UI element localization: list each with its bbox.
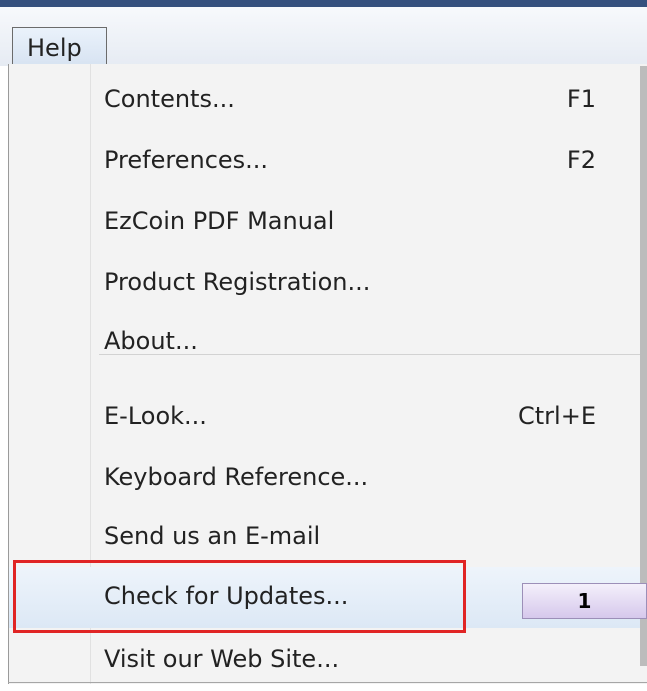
menu-item-send-email[interactable]: Send us an E-mail (9, 507, 647, 568)
menu-item-label: Send us an E-mail (104, 522, 321, 550)
menu-item-label: E-Look... (104, 402, 207, 430)
help-menu-button[interactable]: Help (12, 27, 107, 69)
menu-separator (99, 354, 647, 355)
menu-item-label: EzCoin PDF Manual (104, 207, 335, 235)
menu-item-contents[interactable]: Contents... F1 (9, 70, 647, 131)
annotation-highlight-box (13, 560, 466, 633)
menu-item-shortcut: F2 (566, 146, 596, 174)
menu-item-about[interactable]: About... (9, 312, 647, 373)
menu-item-product-registration[interactable]: Product Registration... (9, 253, 647, 314)
menu-item-preferences[interactable]: Preferences... F2 (9, 131, 647, 192)
annotation-callout: 1 (522, 583, 647, 619)
menu-item-label: Preferences... (104, 146, 269, 174)
menu-item-keyboard-reference[interactable]: Keyboard Reference... (9, 448, 647, 509)
menu-item-pdf-manual[interactable]: EzCoin PDF Manual (9, 192, 647, 253)
menu-item-label: Contents... (104, 85, 235, 113)
menu-item-shortcut: Ctrl+E (518, 402, 596, 430)
menu-bottom-border (8, 682, 647, 683)
menu-item-label: Keyboard Reference... (104, 463, 369, 491)
help-menu-label: Help (27, 34, 82, 62)
menu-item-e-look[interactable]: E-Look... Ctrl+E (9, 387, 647, 448)
menu-shadow (640, 66, 647, 666)
menu-item-shortcut: F1 (566, 85, 596, 113)
menu-bar: Help (0, 0, 647, 69)
menu-item-label: Visit our Web Site... (104, 645, 340, 673)
menu-item-label: Product Registration... (104, 268, 371, 296)
callout-number: 1 (577, 589, 592, 613)
menu-item-label: About... (104, 327, 198, 355)
